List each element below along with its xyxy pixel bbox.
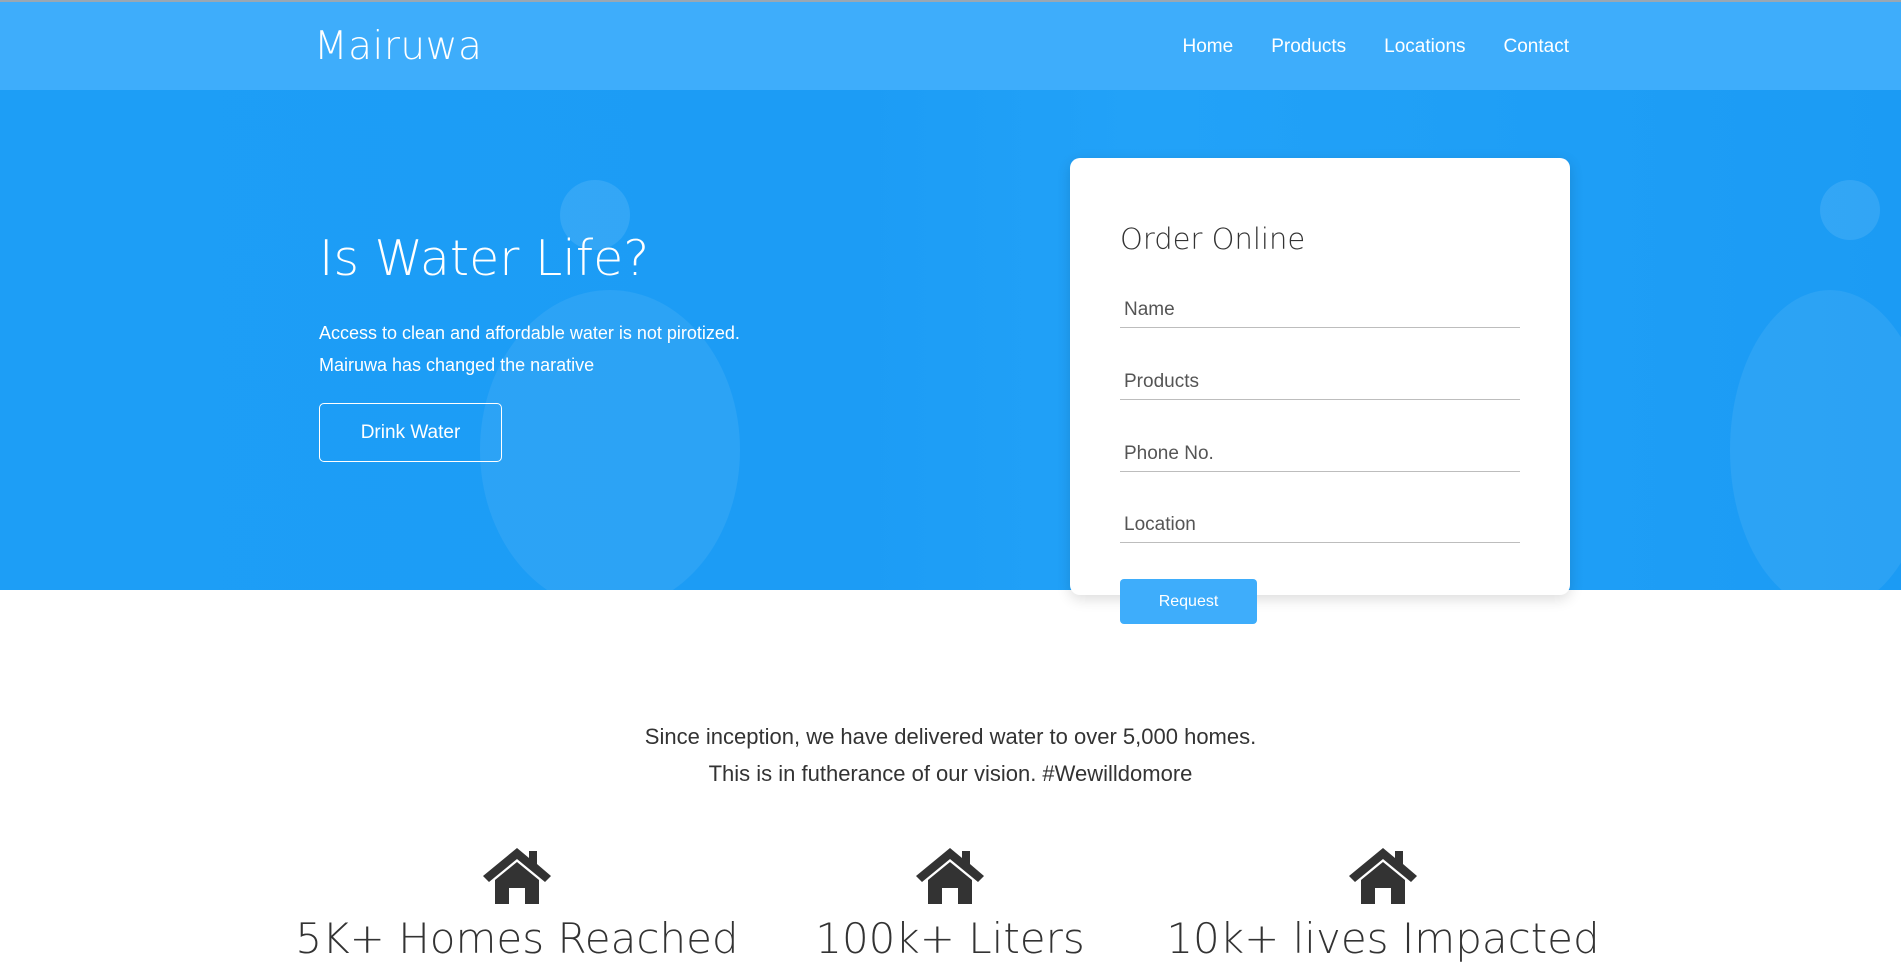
intro-line: This is in futherance of our vision. #We… xyxy=(708,761,1193,786)
nav-link-locations[interactable]: Locations xyxy=(1384,36,1465,58)
home-icon xyxy=(916,848,984,904)
name-input[interactable] xyxy=(1120,292,1520,328)
request-button[interactable]: Request xyxy=(1120,579,1257,624)
water-splash-decoration xyxy=(1820,180,1880,240)
stat-label: 100k+ Liters xyxy=(815,914,1085,963)
order-form-title: Order Online xyxy=(1120,222,1306,256)
nav-link-contact[interactable]: Contact xyxy=(1504,36,1569,58)
products-input[interactable] xyxy=(1120,364,1520,400)
water-splash-decoration xyxy=(1730,290,1901,590)
hero-description-line: Access to clean and affordable water is … xyxy=(319,323,740,343)
stat-lives: 10k+ lives Impacted xyxy=(1153,846,1613,963)
hero-title: Is Water Life? xyxy=(319,230,650,287)
intro-text: Since inception, we have delivered water… xyxy=(0,718,1901,792)
drink-water-button[interactable]: Drink Water xyxy=(319,403,502,462)
location-input[interactable] xyxy=(1120,507,1520,543)
brand-logo[interactable]: Mairuwa xyxy=(314,24,482,69)
nav-link-products[interactable]: Products xyxy=(1271,36,1346,58)
hero-description: Access to clean and affordable water is … xyxy=(319,317,740,381)
home-icon xyxy=(1349,848,1417,904)
intro-line: Since inception, we have delivered water… xyxy=(644,724,1257,749)
stats-section: 5K+ Homes Reached 100k+ Liters 10k+ live… xyxy=(0,846,1901,970)
order-form-card: Order Online xyxy=(1070,158,1570,595)
stat-homes: 5K+ Homes Reached xyxy=(287,846,747,963)
hero-description-line: Mairuwa has changed the narative xyxy=(319,355,595,375)
home-icon xyxy=(483,848,551,904)
navbar: Mairuwa Home Products Locations Contact xyxy=(0,0,1901,90)
stat-label: 5K+ Homes Reached xyxy=(295,914,739,963)
stat-label: 10k+ lives Impacted xyxy=(1166,914,1600,963)
hero-section: Is Water Life? Access to clean and affor… xyxy=(0,90,1901,590)
stat-liters: 100k+ Liters xyxy=(720,846,1180,963)
nav-links: Home Products Locations Contact xyxy=(1183,36,1570,58)
phone-input[interactable] xyxy=(1120,436,1520,472)
nav-link-home[interactable]: Home xyxy=(1183,36,1234,58)
